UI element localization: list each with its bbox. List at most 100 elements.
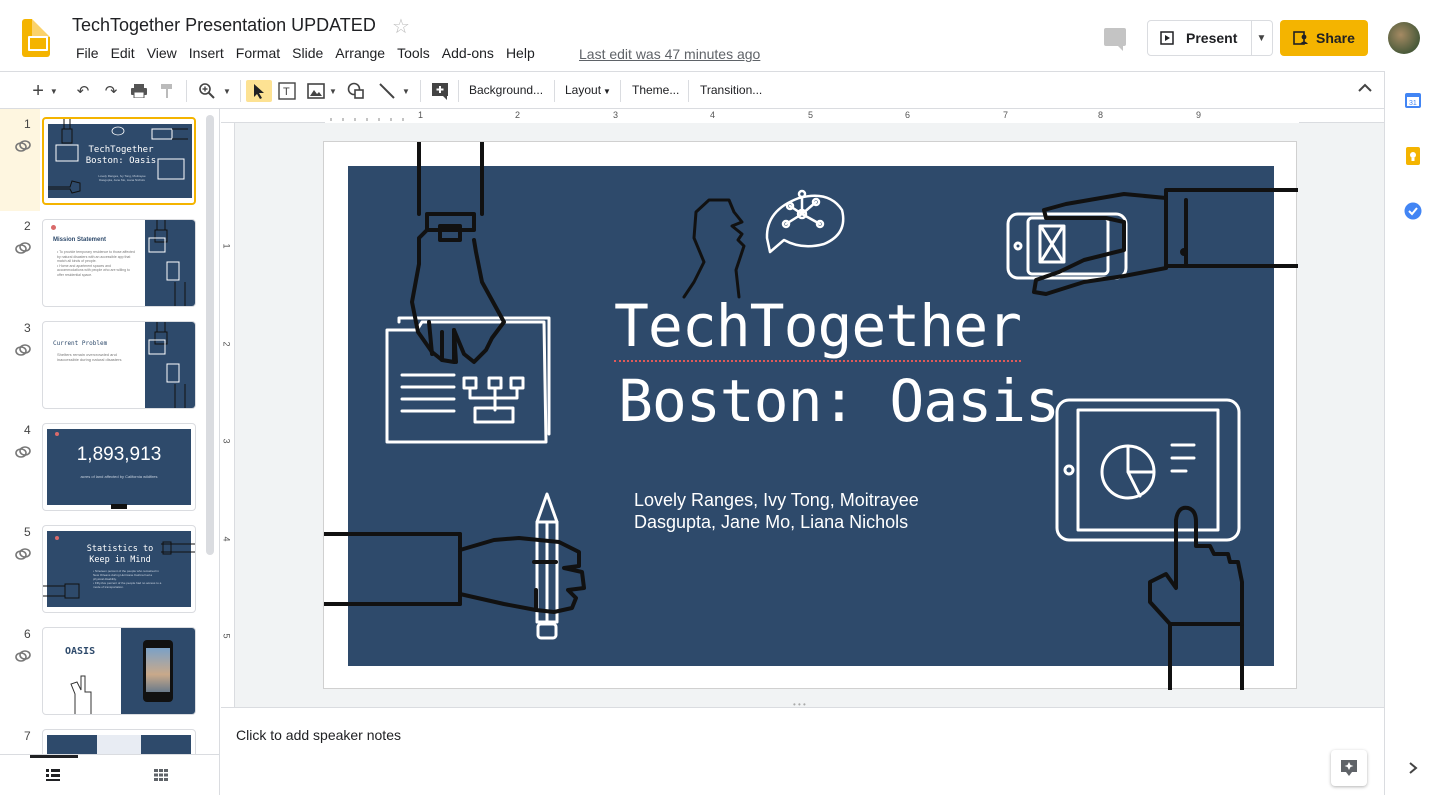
textbox-icon[interactable]: T xyxy=(276,80,298,102)
slide-title-line-1[interactable]: TechTogether xyxy=(614,292,1022,362)
toolbar-divider xyxy=(458,80,459,102)
ruler-mark: 4 xyxy=(710,110,716,120)
link-icon xyxy=(15,140,31,152)
slide-row-2[interactable]: 2 Mission Statement • To provide tempora… xyxy=(0,211,210,311)
slide-number: 1 xyxy=(24,117,31,131)
menu-arrange[interactable]: Arrange xyxy=(329,45,391,61)
ruler-mark: 8 xyxy=(1098,110,1104,120)
active-view-indicator xyxy=(30,755,78,758)
ruler-mark: 2 xyxy=(221,341,232,347)
ruler-mark: 7 xyxy=(1003,110,1009,120)
thumb-title: Current Problem xyxy=(53,340,108,347)
horizontal-ruler[interactable]: 1 2 3 4 5 6 7 8 9 xyxy=(221,109,1384,123)
ruler-ticks xyxy=(325,109,1299,123)
logo-dot xyxy=(55,432,59,436)
redo-icon[interactable]: ↷ xyxy=(100,80,122,102)
explore-icon xyxy=(1341,760,1357,776)
slide-title-line-2[interactable]: Boston: Oasis xyxy=(618,367,1060,435)
toolbar-divider xyxy=(554,80,555,102)
shape-icon[interactable] xyxy=(344,80,368,102)
slide-number: 3 xyxy=(24,321,31,335)
link-icon xyxy=(15,344,31,356)
slide-row-5[interactable]: 5 Statistics to Keep in Mind • Nineteen … xyxy=(0,517,210,617)
slide-row-1[interactable]: 1 TechTogether Boston: Oasis Lovely Rang xyxy=(0,109,210,209)
slide-canvas[interactable]: TechTogether Boston: Oasis Lovely Ranges… xyxy=(323,141,1298,690)
thumb-caption: acres of land affected by California wil… xyxy=(80,474,158,479)
filmstrip-view-icon[interactable] xyxy=(46,769,60,781)
keep-icon[interactable] xyxy=(1404,147,1422,165)
ruler-mark: 3 xyxy=(613,110,619,120)
star-icon[interactable]: ☆ xyxy=(392,14,410,39)
menu-file[interactable]: File xyxy=(70,45,105,61)
slide-thumbnail[interactable]: Statistics to Keep in Mind • Nineteen pe… xyxy=(42,525,196,613)
share-button[interactable]: Share xyxy=(1280,20,1368,56)
slide-thumbnail[interactable]: 1,893,913 acres of land affected by Cali… xyxy=(42,423,196,511)
slide-row-4[interactable]: 4 1,893,913 acres of land affected by Ca… xyxy=(0,415,210,515)
select-arrow-icon[interactable] xyxy=(246,80,272,102)
slide-thumbnail[interactable]: OASIS xyxy=(42,627,196,715)
ruler-mark: 1 xyxy=(221,243,232,249)
slide-row-6[interactable]: 6 OASIS xyxy=(0,619,210,719)
menu-view[interactable]: View xyxy=(141,45,183,61)
thumb-title: OASIS xyxy=(65,646,96,657)
document-title[interactable]: TechTogether Presentation UPDATED xyxy=(72,15,376,36)
layout-dropdown-icon: ▼ xyxy=(603,87,611,96)
chevron-right-icon[interactable] xyxy=(1408,761,1418,775)
filmstrip-scrollbar[interactable] xyxy=(206,115,214,555)
ruler-mark: 5 xyxy=(808,110,814,120)
explore-button[interactable] xyxy=(1331,750,1367,786)
avatar[interactable] xyxy=(1388,22,1420,54)
slide-number: 2 xyxy=(24,219,31,233)
zoom-icon[interactable]: ▼ xyxy=(194,80,236,102)
slide-thumbnail[interactable]: TechTogether Boston: Oasis Lovely Ranges… xyxy=(42,117,196,205)
title-text: TechTogether xyxy=(614,292,1022,362)
app-header: TechTogether Presentation UPDATED ☆ File… xyxy=(0,0,1440,70)
menu-slide[interactable]: Slide xyxy=(286,45,329,61)
paint-format-icon[interactable] xyxy=(156,80,178,102)
new-slide-icon[interactable]: + ▼ xyxy=(28,80,62,102)
image-icon[interactable]: ▼ xyxy=(304,80,340,102)
last-edit-link[interactable]: Last edit was 47 minutes ago xyxy=(579,46,760,62)
calendar-icon[interactable]: 31 xyxy=(1404,91,1422,109)
transition-button[interactable]: Transition... xyxy=(700,83,762,97)
toolbar-divider xyxy=(186,80,187,102)
add-comment-icon[interactable] xyxy=(428,80,452,102)
ruler-mark: 4 xyxy=(221,536,232,542)
slide-subtitle[interactable]: Lovely Ranges, Ivy Tong, Moitrayee Dasgu… xyxy=(634,489,954,533)
link-icon xyxy=(15,650,31,662)
print-icon[interactable] xyxy=(128,80,150,102)
menu-edit[interactable]: Edit xyxy=(105,45,141,61)
slide-thumbnail[interactable]: Mission Statement • To provide temporary… xyxy=(42,219,196,307)
link-icon xyxy=(15,446,31,458)
slides-logo-icon[interactable] xyxy=(22,19,50,57)
grid-view-icon[interactable] xyxy=(154,769,168,781)
slide-thumbnail[interactable]: Current Problem Shelters remain overcrow… xyxy=(42,321,196,409)
vertical-ruler[interactable]: 1 2 3 4 5 xyxy=(221,123,235,707)
slide-row-3[interactable]: 3 Current Problem Shelters remain overcr… xyxy=(0,313,210,413)
menu-bar: File Edit View Insert Format Slide Arran… xyxy=(70,45,541,61)
slide-illustration-icon xyxy=(43,536,195,599)
toolbar-divider xyxy=(620,80,621,102)
theme-button[interactable]: Theme... xyxy=(632,83,679,97)
comment-icon[interactable] xyxy=(1104,28,1126,51)
tasks-icon[interactable] xyxy=(1404,202,1422,220)
menu-tools[interactable]: Tools xyxy=(391,45,436,61)
slide-number: 5 xyxy=(24,525,31,539)
toolbar: + ▼ ↶ ↷ ▼ T ▼ ▼ Background... Layout ▼ The… xyxy=(0,71,1384,109)
menu-insert[interactable]: Insert xyxy=(183,45,230,61)
line-icon[interactable]: ▼ xyxy=(374,80,414,102)
speaker-notes[interactable]: Click to add speaker notes xyxy=(221,707,1384,795)
slide-number: 7 xyxy=(24,729,31,743)
present-dropdown-icon[interactable]: ▼ xyxy=(1251,20,1273,56)
layout-button[interactable]: Layout ▼ xyxy=(565,83,611,97)
view-switcher xyxy=(0,754,219,795)
menu-format[interactable]: Format xyxy=(230,45,286,61)
undo-icon[interactable]: ↶ xyxy=(72,80,94,102)
menu-help[interactable]: Help xyxy=(500,45,541,61)
speaker-notes-placeholder[interactable]: Click to add speaker notes xyxy=(236,727,401,743)
people-icon xyxy=(1293,31,1308,45)
present-button[interactable]: Present xyxy=(1147,20,1252,56)
collapse-toolbar-icon[interactable] xyxy=(1358,81,1372,96)
background-button[interactable]: Background... xyxy=(469,83,543,97)
menu-addons[interactable]: Add-ons xyxy=(436,45,500,61)
